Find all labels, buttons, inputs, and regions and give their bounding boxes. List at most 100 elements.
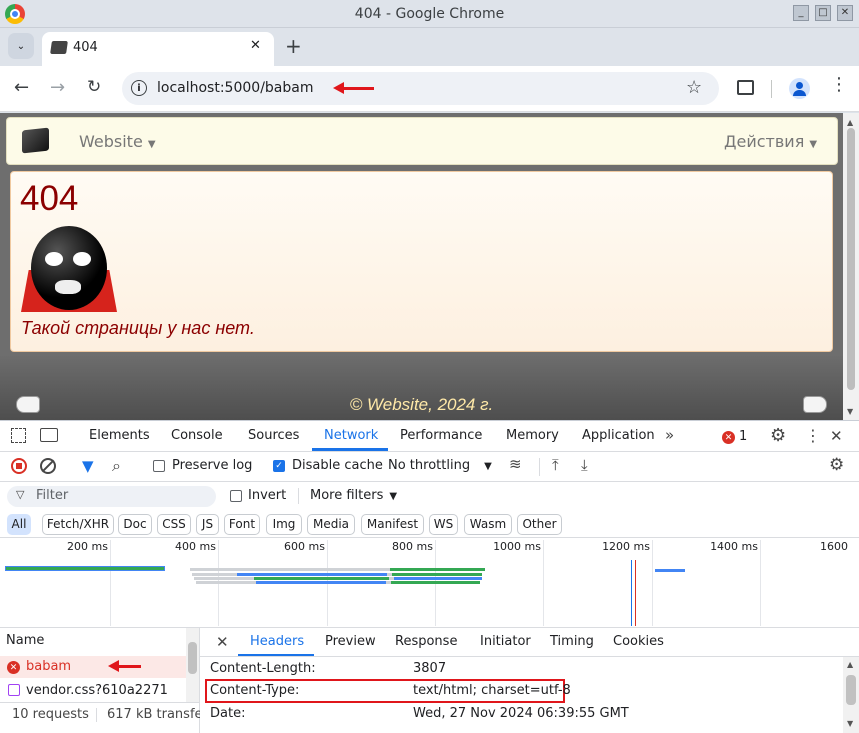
- tab-console[interactable]: Console: [171, 428, 223, 443]
- type-filter-fetch-xhr[interactable]: Fetch/XHR: [42, 514, 114, 535]
- error-indicator-icon[interactable]: ✕: [722, 431, 735, 444]
- type-filter-media[interactable]: Media: [307, 514, 355, 535]
- error-panel: 404 Такой страницы у нас нет.: [10, 171, 833, 352]
- request-list-scrollbar[interactable]: [186, 628, 199, 702]
- detail-tab-response[interactable]: Response: [395, 634, 457, 649]
- timeline-tick: 600 ms: [284, 540, 325, 553]
- summary-requests: 10 requests: [12, 707, 89, 722]
- name-column-header[interactable]: Name: [6, 633, 44, 648]
- nav-website-dropdown[interactable]: Website ▼: [79, 132, 156, 151]
- close-detail-icon[interactable]: ✕: [216, 633, 229, 651]
- more-filters-dropdown[interactable]: More filters ▼: [310, 488, 397, 503]
- forward-icon[interactable]: →: [50, 77, 65, 98]
- address-bar[interactable]: i localhost:5000/babam ☆: [122, 72, 719, 105]
- detail-tab-headers[interactable]: Headers: [250, 634, 304, 649]
- timeline-bar-late: [655, 569, 685, 572]
- site-info-icon[interactable]: i: [131, 80, 147, 96]
- filter-funnel-icon[interactable]: ▼: [82, 457, 94, 475]
- site-navbar: Website ▼ Действия ▼: [6, 117, 838, 165]
- network-settings-gear-icon[interactable]: ⚙: [829, 455, 844, 475]
- request-row-selected[interactable]: ✕ babam: [0, 656, 186, 678]
- browser-tab[interactable]: 404 ✕: [42, 32, 274, 66]
- record-stop-icon[interactable]: [11, 458, 27, 474]
- minimize-button[interactable]: _: [793, 5, 809, 21]
- preserve-log-checkbox[interactable]: [153, 460, 165, 472]
- invert-checkbox[interactable]: [230, 490, 242, 502]
- site-favicon-icon: [50, 41, 68, 54]
- bookmark-star-icon[interactable]: ☆: [686, 77, 702, 98]
- maximize-button[interactable]: □: [815, 5, 831, 21]
- type-filter-font[interactable]: Font: [224, 514, 260, 535]
- profile-avatar-icon[interactable]: [789, 78, 810, 99]
- chrome-menu-icon[interactable]: ⋮: [830, 76, 848, 94]
- new-tab-button[interactable]: +: [285, 34, 302, 58]
- error-message: Такой страницы у нас нет.: [21, 318, 255, 338]
- device-toolbar-icon[interactable]: [40, 428, 58, 442]
- import-har-icon[interactable]: ⤒: [552, 456, 559, 474]
- tab-sources[interactable]: Sources: [248, 428, 299, 443]
- tab-memory[interactable]: Memory: [506, 428, 559, 443]
- devtools-menu-icon[interactable]: ⋮: [805, 426, 821, 445]
- throttling-select[interactable]: No throttling ▼: [388, 458, 492, 473]
- type-filter-ws[interactable]: WS: [429, 514, 458, 535]
- type-filter-doc[interactable]: Doc: [118, 514, 152, 535]
- detail-tab-initiator[interactable]: Initiator: [480, 634, 531, 649]
- tab-performance[interactable]: Performance: [400, 428, 482, 443]
- inspect-element-icon[interactable]: [11, 428, 26, 443]
- more-tabs-icon[interactable]: »: [665, 426, 674, 444]
- filter-input[interactable]: ▽ Filter: [7, 486, 216, 507]
- filter-placeholder: Filter: [36, 488, 69, 503]
- window-title: 404 - Google Chrome: [354, 6, 505, 22]
- type-filter-wasm[interactable]: Wasm: [464, 514, 512, 535]
- settings-gear-icon[interactable]: ⚙: [770, 425, 786, 446]
- error-count[interactable]: 1: [739, 429, 747, 444]
- tab-elements[interactable]: Elements: [89, 428, 150, 443]
- page-scrollbar-thumb[interactable]: [847, 128, 855, 390]
- detail-tab-preview[interactable]: Preview: [325, 634, 376, 649]
- close-devtools-icon[interactable]: ✕: [830, 427, 843, 445]
- site-logo-icon[interactable]: [22, 127, 49, 154]
- type-filter-img[interactable]: Img: [266, 514, 302, 535]
- close-window-button[interactable]: ✕: [837, 5, 853, 21]
- nav-actions-dropdown[interactable]: Действия ▼: [724, 132, 817, 151]
- type-filter-manifest[interactable]: Manifest: [361, 514, 424, 535]
- back-icon[interactable]: ←: [14, 77, 29, 98]
- tab-close-icon[interactable]: ✕: [250, 38, 261, 53]
- export-har-icon[interactable]: ⤓: [581, 456, 588, 474]
- load-event-marker: [635, 560, 636, 626]
- search-icon[interactable]: ⌕: [112, 456, 121, 476]
- timeline-tick: 1000 ms: [493, 540, 541, 553]
- angry-smiley-icon: [21, 222, 117, 314]
- tab-application[interactable]: Application: [582, 428, 655, 443]
- site-footer: © Website, 2024 г.: [0, 356, 843, 420]
- toolbar-separator: [539, 458, 540, 476]
- address-text: localhost:5000/babam: [157, 80, 314, 96]
- type-filter-css[interactable]: CSS: [157, 514, 191, 535]
- summary-divider: [96, 708, 97, 722]
- more-filters-label: More filters: [310, 488, 384, 503]
- reload-icon[interactable]: ↻: [87, 77, 101, 97]
- timeline-bar-document: [5, 566, 165, 571]
- detail-tab-timing[interactable]: Timing: [550, 634, 594, 649]
- timeline-tick: 200 ms: [67, 540, 108, 553]
- filter-icon: ▽: [16, 488, 25, 501]
- detail-tabs-separator: [200, 656, 859, 657]
- summary-separator: [0, 702, 200, 703]
- tab-search-button[interactable]: ⌄: [8, 33, 34, 59]
- network-conditions-icon[interactable]: ≋: [509, 455, 522, 473]
- footer-text: © Website, 2024 г.: [349, 395, 494, 414]
- timeline-bar-resource: [192, 573, 482, 576]
- page-scrollbar[interactable]: ▲ ▼: [843, 113, 859, 420]
- type-filter-js[interactable]: JS: [196, 514, 219, 535]
- type-filter-all[interactable]: All: [7, 514, 31, 535]
- detail-scrollbar[interactable]: ▲ ▼: [843, 657, 859, 733]
- detail-scrollbar-thumb[interactable]: [846, 675, 856, 705]
- extensions-icon[interactable]: [737, 80, 754, 95]
- nav-website-label: Website: [79, 132, 143, 151]
- disable-cache-checkbox[interactable]: ✓: [273, 460, 285, 472]
- request-row[interactable]: vendor.css?610a2271: [0, 679, 186, 701]
- tab-network[interactable]: Network: [324, 428, 378, 443]
- clear-icon[interactable]: [40, 458, 56, 474]
- detail-tab-cookies[interactable]: Cookies: [613, 634, 664, 649]
- type-filter-other[interactable]: Other: [517, 514, 562, 535]
